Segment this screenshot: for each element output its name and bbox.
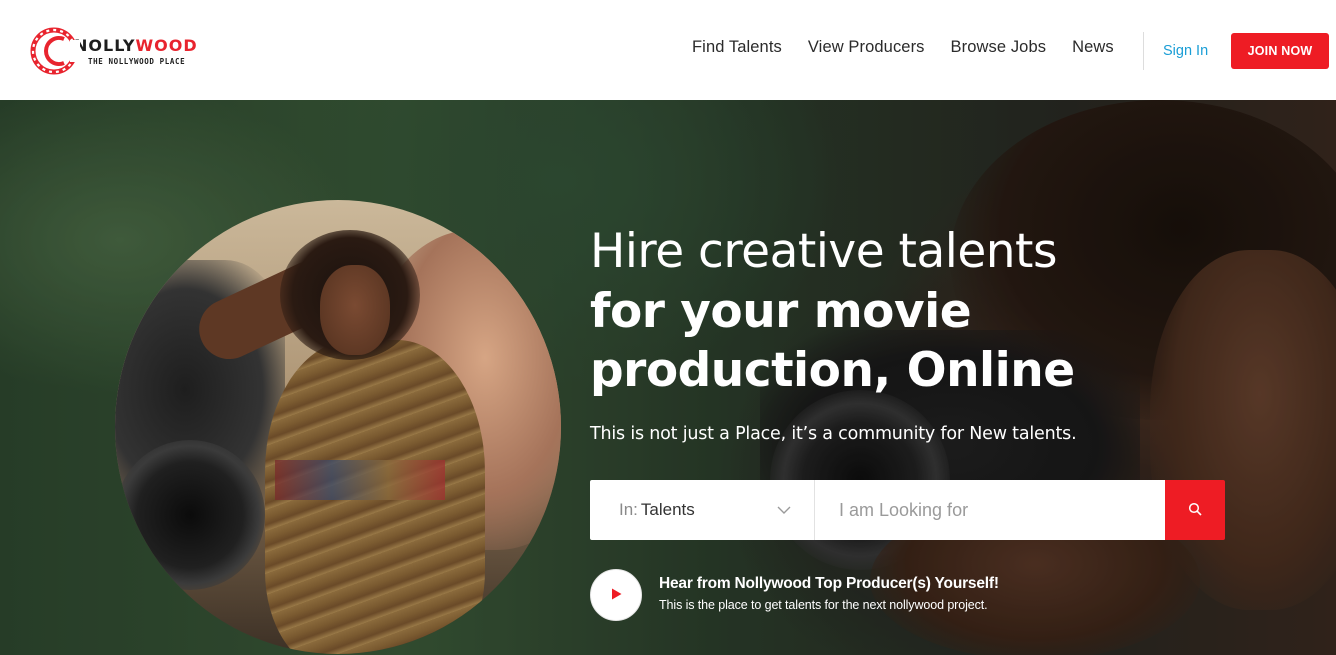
promo-title: Hear from Nollywood Top Producer(s) Your… — [659, 575, 999, 592]
join-now-button[interactable]: JOIN NOW — [1231, 33, 1329, 69]
headline-line-1: Hire creative talents — [590, 224, 1057, 279]
site-header: NOLLYWOOD THE NOLLYWOOD PLACE Find Talen… — [0, 0, 1336, 100]
photo-face — [320, 265, 390, 355]
hero-talent-photo — [115, 200, 561, 654]
headline-line-2: for your movie — [590, 284, 972, 339]
brand-name: NOLLYWOOD — [74, 35, 198, 55]
main-nav: Find Talents View Producers Browse Jobs … — [692, 38, 1140, 57]
nav-news[interactable]: News — [1072, 38, 1114, 57]
photo-camera-lens — [115, 440, 265, 590]
search-input[interactable] — [815, 480, 1165, 540]
select-prefix: In: — [619, 500, 638, 519]
play-video-button[interactable] — [590, 569, 642, 621]
logo-text: NOLLYWOOD THE NOLLYWOOD PLACE — [74, 35, 198, 66]
category-select[interactable]: In: Talents — [590, 480, 815, 540]
search-bar: In: Talents — [590, 480, 1225, 540]
nav-find-talents[interactable]: Find Talents — [692, 38, 782, 57]
nav-view-producers[interactable]: View Producers — [808, 38, 925, 57]
play-icon — [609, 587, 623, 604]
search-button[interactable] — [1165, 480, 1225, 540]
headline-line-3: production, Online — [590, 343, 1075, 398]
select-value: Talents — [640, 500, 695, 519]
nav-browse-jobs[interactable]: Browse Jobs — [951, 38, 1047, 57]
photo-dress-pattern — [275, 460, 445, 500]
chevron-down-icon — [776, 502, 792, 523]
promo-subtitle: This is the place to get talents for the… — [659, 598, 988, 612]
film-reel-logo-icon — [30, 24, 80, 78]
hero-subtitle: This is not just a Place, it’s a communi… — [590, 424, 1077, 444]
logo[interactable]: NOLLYWOOD THE NOLLYWOOD PLACE — [30, 24, 210, 78]
brand-tagline: THE NOLLYWOOD PLACE — [88, 56, 186, 66]
sign-in-link[interactable]: Sign In — [1163, 43, 1208, 59]
search-icon — [1188, 502, 1202, 519]
nav-divider — [1143, 32, 1144, 70]
hero-headline: Hire creative talents for your movie pro… — [590, 222, 1075, 400]
